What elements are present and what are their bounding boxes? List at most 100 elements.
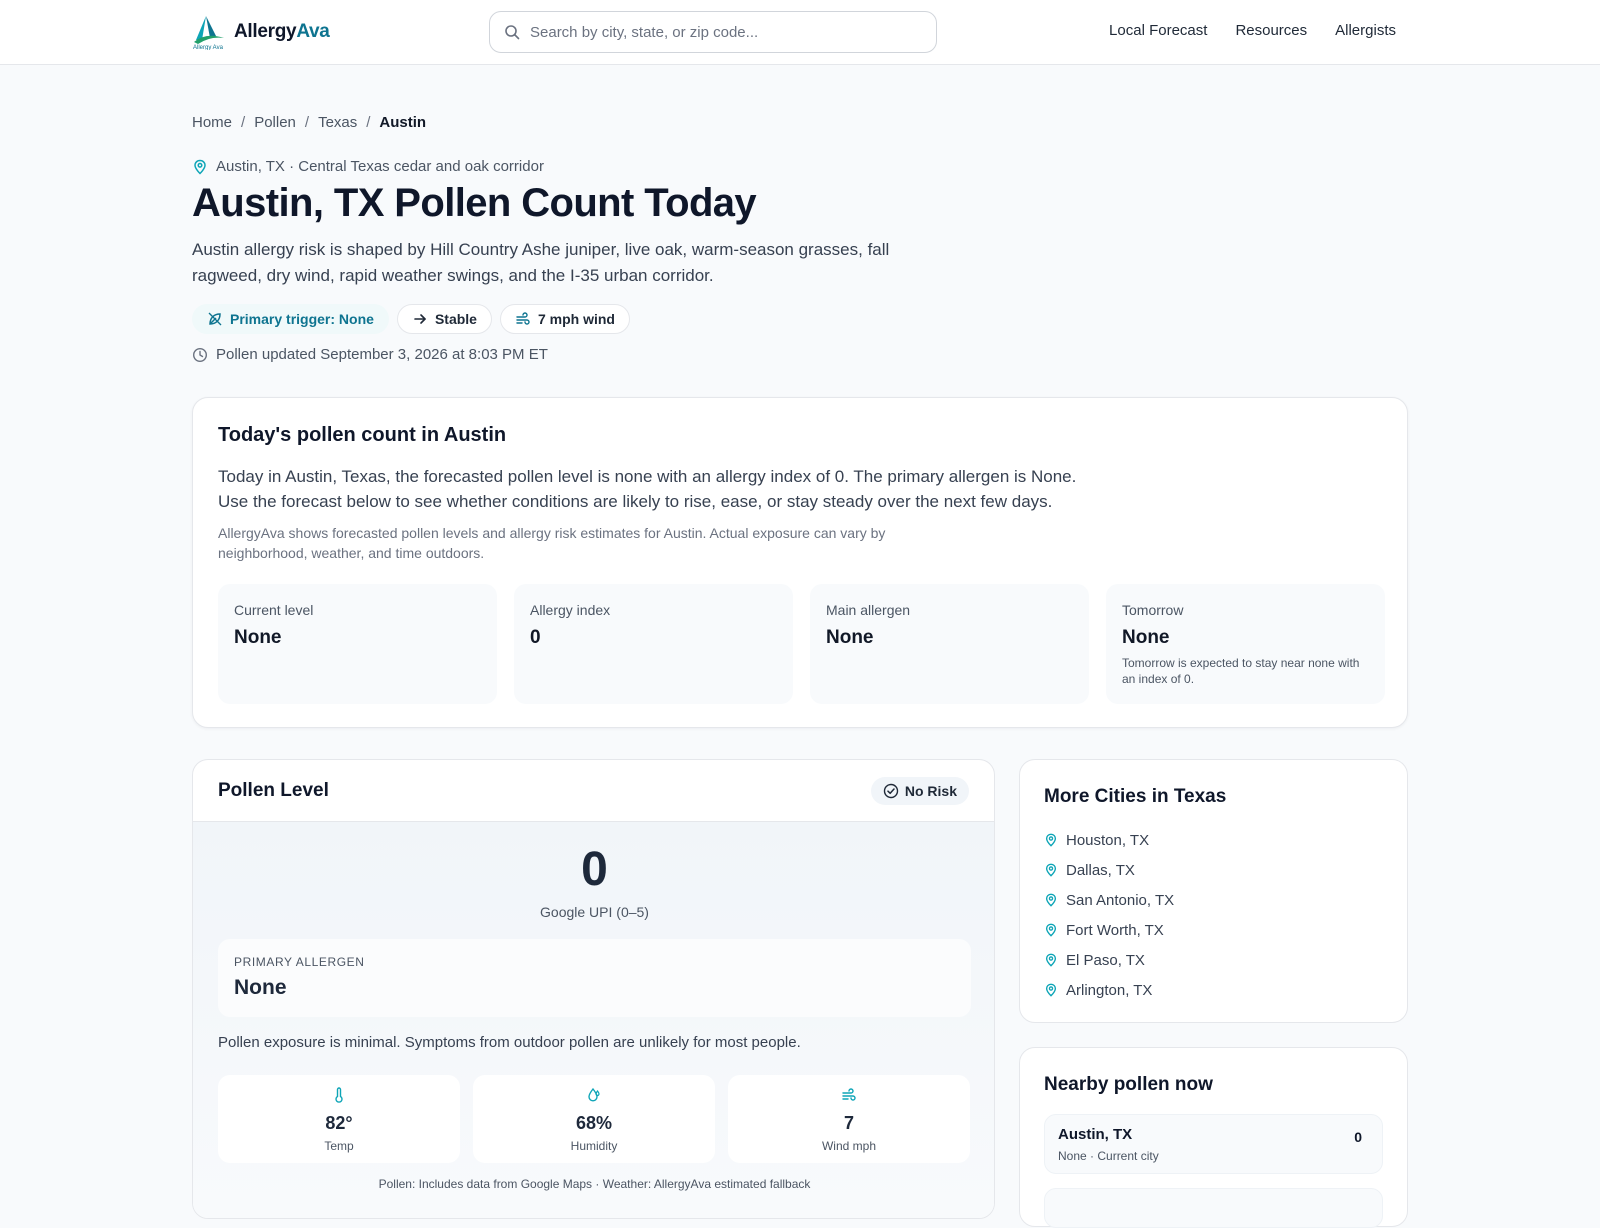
updated-text: Pollen updated September 3, 2026 at 8:03… bbox=[216, 346, 548, 363]
location-text: Austin, TX · Central Texas cedar and oak… bbox=[216, 158, 544, 175]
stat-value: None bbox=[826, 627, 874, 648]
more-cities-card: More Cities in Texas Houston, TX Dallas,… bbox=[1019, 759, 1408, 1023]
city-name: El Paso, TX bbox=[1066, 951, 1145, 969]
nearby-heading: Nearby pollen now bbox=[1044, 1074, 1213, 1095]
exposure-text: Pollen exposure is minimal. Symptoms fro… bbox=[218, 1034, 801, 1051]
wind-icon bbox=[515, 311, 531, 327]
nearby-row[interactable] bbox=[1044, 1188, 1383, 1228]
trend-chip: Stable bbox=[396, 304, 492, 334]
wind-text: 7 mph wind bbox=[537, 311, 615, 327]
risk-badge: No Risk bbox=[870, 777, 969, 805]
humidity-label: Humidity bbox=[570, 1139, 618, 1153]
allergyava-logo[interactable]: Allergy Ava AllergyAva bbox=[192, 14, 330, 50]
today-lead: Today in Austin, Texas, the forecasted p… bbox=[218, 467, 1077, 511]
breadcrumb-home[interactable]: Home bbox=[192, 114, 232, 131]
stat-tomorrow: Tomorrow None Tomorrow is expected to st… bbox=[1106, 584, 1385, 704]
search-icon bbox=[504, 24, 520, 40]
logo-mark-icon: Allergy Ava bbox=[192, 14, 226, 50]
humidity-value: 68% bbox=[575, 1113, 613, 1133]
page-title: Austin, TX Pollen Count Today bbox=[192, 181, 757, 225]
breadcrumb-separator: / bbox=[304, 114, 310, 131]
thermometer-icon bbox=[331, 1087, 347, 1103]
risk-badge-text: No Risk bbox=[904, 783, 957, 799]
breadcrumb-pollen[interactable]: Pollen bbox=[254, 114, 296, 131]
today-stats: Current level None Allergy index 0 Main … bbox=[218, 584, 1385, 704]
breadcrumb-separator: / bbox=[366, 114, 371, 131]
stat-value: None bbox=[1122, 627, 1170, 648]
stat-subtext: Tomorrow is expected to stay near none w… bbox=[1122, 656, 1360, 686]
pollen-level-header: Pollen Level No Risk bbox=[193, 760, 994, 822]
stat-current-level: Current level None bbox=[218, 584, 497, 704]
pollen-level-card: Pollen Level No Risk 0 Google UPI (0–5) … bbox=[192, 759, 995, 1219]
stat-label: Allergy index bbox=[530, 602, 611, 618]
stat-allergy-index: Allergy index 0 bbox=[514, 584, 793, 704]
search-input[interactable] bbox=[530, 23, 910, 41]
stat-value: None bbox=[234, 627, 282, 648]
wind-icon bbox=[841, 1087, 857, 1103]
pollen-index-caption: Google UPI (0–5) bbox=[540, 904, 649, 920]
map-pin-icon bbox=[192, 159, 208, 175]
primary-trigger-text: Primary trigger: None bbox=[230, 311, 374, 327]
svg-text:Allergy Ava: Allergy Ava bbox=[193, 45, 224, 50]
city-name: Fort Worth, TX bbox=[1066, 921, 1164, 939]
nearby-city-index: 0 bbox=[1354, 1129, 1362, 1145]
weather-temp: 82° Temp bbox=[218, 1075, 460, 1163]
today-summary-card: Today's pollen count in Austin Today in … bbox=[192, 397, 1408, 728]
stat-main-allergen: Main allergen None bbox=[810, 584, 1089, 704]
clock-icon bbox=[192, 347, 208, 363]
check-circle-icon bbox=[883, 783, 899, 799]
weather-humidity: 68% Humidity bbox=[473, 1075, 715, 1163]
city-name: San Antonio, TX bbox=[1066, 891, 1175, 909]
stat-label: Current level bbox=[234, 602, 314, 618]
primary-allergen-label: PRIMARY ALLERGEN bbox=[234, 955, 365, 969]
nav-allergists[interactable]: Allergists bbox=[1335, 22, 1396, 39]
city-link-fort-worth[interactable]: Fort Worth, TX bbox=[1044, 915, 1383, 945]
today-note: AllergyAva shows forecasted pollen level… bbox=[218, 525, 886, 561]
stat-value: 0 bbox=[530, 627, 541, 648]
nearby-pollen-card: Nearby pollen now Austin, TX None · Curr… bbox=[1019, 1047, 1408, 1228]
map-pin-icon bbox=[1044, 923, 1058, 937]
temp-label: Temp bbox=[324, 1139, 354, 1153]
nav-resources[interactable]: Resources bbox=[1235, 22, 1307, 39]
location-line: Austin, TX · Central Texas cedar and oak… bbox=[192, 158, 544, 175]
arrow-right-icon bbox=[412, 311, 428, 327]
humidity-icon bbox=[586, 1087, 602, 1103]
top-navigation-bar: Allergy Ava AllergyAva Local Forecast Re… bbox=[0, 0, 1600, 65]
logo-wordmark: AllergyAva bbox=[234, 21, 330, 42]
nav-local-forecast[interactable]: Local Forecast bbox=[1109, 22, 1207, 39]
city-link-arlington[interactable]: Arlington, TX bbox=[1044, 975, 1383, 1005]
status-chips: Primary trigger: None Stable 7 mph wind bbox=[192, 304, 630, 334]
map-pin-icon bbox=[1044, 833, 1058, 847]
primary-allergen-value: None bbox=[234, 976, 287, 999]
city-link-dallas[interactable]: Dallas, TX bbox=[1044, 855, 1383, 885]
stat-label: Main allergen bbox=[826, 602, 911, 618]
wind-label: Wind mph bbox=[821, 1139, 877, 1153]
stat-label: Tomorrow bbox=[1122, 602, 1184, 618]
city-link-houston[interactable]: Houston, TX bbox=[1044, 825, 1383, 855]
map-pin-icon bbox=[1044, 893, 1058, 907]
breadcrumb-current: Austin bbox=[379, 114, 427, 131]
city-link-san-antonio[interactable]: San Antonio, TX bbox=[1044, 885, 1383, 915]
city-name: Dallas, TX bbox=[1066, 861, 1135, 879]
breadcrumb-separator: / bbox=[241, 114, 246, 131]
city-list: Houston, TX Dallas, TX San Antonio, TX F… bbox=[1044, 825, 1383, 1005]
breadcrumb-texas[interactable]: Texas bbox=[318, 114, 357, 131]
temp-value: 82° bbox=[325, 1113, 353, 1133]
wind-value: 7 bbox=[843, 1113, 854, 1133]
main-nav: Local Forecast Resources Allergists bbox=[1109, 22, 1396, 39]
plant-icon bbox=[207, 311, 223, 327]
updated-timestamp: Pollen updated September 3, 2026 at 8:03… bbox=[192, 346, 548, 363]
map-pin-icon bbox=[1044, 983, 1058, 997]
breadcrumb: Home / Pollen / Texas / Austin bbox=[192, 114, 426, 131]
pollen-level-body: 0 Google UPI (0–5) PRIMARY ALLERGEN None… bbox=[193, 822, 994, 1218]
trend-text: Stable bbox=[434, 311, 477, 327]
nearby-row[interactable]: Austin, TX None · Current city 0 bbox=[1044, 1114, 1383, 1174]
city-link-el-paso[interactable]: El Paso, TX bbox=[1044, 945, 1383, 975]
city-name: Houston, TX bbox=[1066, 831, 1150, 849]
nearby-city-name: Austin, TX bbox=[1058, 1126, 1133, 1143]
wind-chip: 7 mph wind bbox=[499, 304, 630, 334]
pollen-index-value: 0 bbox=[581, 843, 608, 896]
nearby-city-meta: None · Current city bbox=[1058, 1149, 1159, 1163]
search-box[interactable] bbox=[489, 11, 937, 53]
weather-stats: 82° Temp 68% Humidity 7 Wind mph bbox=[218, 1075, 970, 1163]
